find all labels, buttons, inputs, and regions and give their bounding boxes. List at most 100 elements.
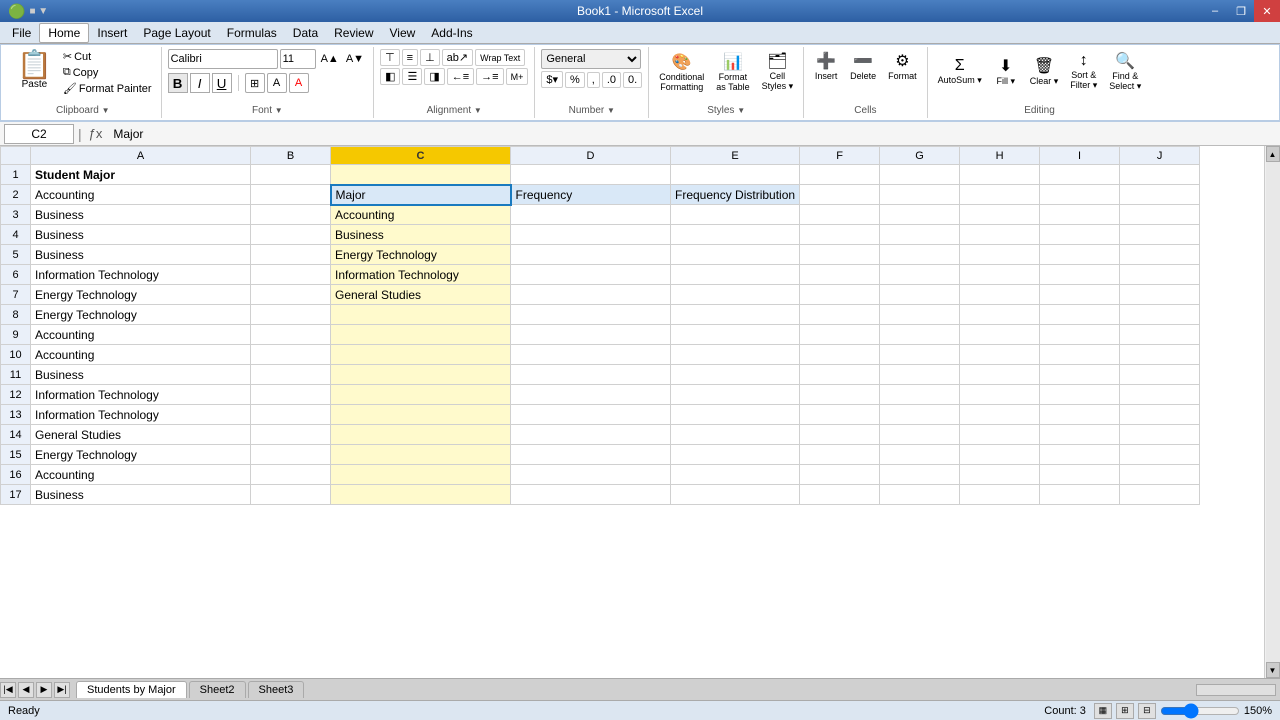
cell-G4[interactable]: [880, 225, 960, 245]
cell-B12[interactable]: [251, 385, 331, 405]
cell-J8[interactable]: [1120, 305, 1200, 325]
cell-A11[interactable]: Business: [31, 365, 251, 385]
cell-D7[interactable]: [511, 285, 671, 305]
cell-B7[interactable]: [251, 285, 331, 305]
cell-H6[interactable]: [960, 265, 1040, 285]
cell-C1[interactable]: [331, 165, 511, 185]
menu-addins[interactable]: Add-Ins: [423, 24, 480, 42]
cell-J5[interactable]: [1120, 245, 1200, 265]
increase-indent-button[interactable]: →≡: [476, 68, 503, 85]
cell-I17[interactable]: [1040, 485, 1120, 505]
cell-C5[interactable]: Energy Technology: [331, 245, 511, 265]
format-as-table-button[interactable]: 📊 Formatas Table: [712, 50, 753, 94]
cell-A9[interactable]: Accounting: [31, 325, 251, 345]
cell-C3[interactable]: Accounting: [331, 205, 511, 225]
align-middle-button[interactable]: ≡: [402, 49, 418, 66]
cut-button[interactable]: ✂ Cut: [60, 49, 155, 64]
cell-D5[interactable]: [511, 245, 671, 265]
cell-E12[interactable]: [671, 385, 800, 405]
cell-H1[interactable]: [960, 165, 1040, 185]
row-header-5[interactable]: 5: [1, 245, 31, 265]
cell-D16[interactable]: [511, 465, 671, 485]
col-header-f[interactable]: F: [800, 147, 880, 165]
cell-I2[interactable]: [1040, 185, 1120, 205]
align-right-button[interactable]: ◨: [424, 68, 444, 85]
cell-F5[interactable]: [800, 245, 880, 265]
cell-E7[interactable]: [671, 285, 800, 305]
merge-center-button[interactable]: M+: [506, 68, 529, 85]
cell-I4[interactable]: [1040, 225, 1120, 245]
cell-H2[interactable]: [960, 185, 1040, 205]
cell-C13[interactable]: [331, 405, 511, 425]
cell-H5[interactable]: [960, 245, 1040, 265]
cell-D17[interactable]: [511, 485, 671, 505]
row-header-7[interactable]: 7: [1, 285, 31, 305]
cell-C12[interactable]: [331, 385, 511, 405]
cell-J1[interactable]: [1120, 165, 1200, 185]
cell-J7[interactable]: [1120, 285, 1200, 305]
cell-F4[interactable]: [800, 225, 880, 245]
cell-H3[interactable]: [960, 205, 1040, 225]
cell-B4[interactable]: [251, 225, 331, 245]
cell-J15[interactable]: [1120, 445, 1200, 465]
italic-button[interactable]: I: [190, 73, 210, 93]
cell-F16[interactable]: [800, 465, 880, 485]
col-header-c[interactable]: C: [331, 147, 511, 165]
cell-G14[interactable]: [880, 425, 960, 445]
page-break-view-button[interactable]: ⊟: [1138, 703, 1156, 719]
row-header-1[interactable]: 1: [1, 165, 31, 185]
menu-review[interactable]: Review: [326, 24, 381, 42]
menu-file[interactable]: File: [4, 24, 39, 42]
cell-D6[interactable]: [511, 265, 671, 285]
cell-C11[interactable]: [331, 365, 511, 385]
conditional-formatting-button[interactable]: 🎨 ConditionalFormatting: [655, 50, 708, 94]
prev-sheet-button[interactable]: ◀: [18, 682, 34, 698]
cell-I8[interactable]: [1040, 305, 1120, 325]
cell-A14[interactable]: General Studies: [31, 425, 251, 445]
col-header-j[interactable]: J: [1120, 147, 1200, 165]
cell-H15[interactable]: [960, 445, 1040, 465]
cell-A12[interactable]: Information Technology: [31, 385, 251, 405]
restore-button[interactable]: ❐: [1228, 0, 1254, 22]
cell-E3[interactable]: [671, 205, 800, 225]
cell-G10[interactable]: [880, 345, 960, 365]
cell-I9[interactable]: [1040, 325, 1120, 345]
cell-H10[interactable]: [960, 345, 1040, 365]
delete-button[interactable]: ➖ Delete: [846, 49, 880, 83]
fill-button[interactable]: ⬇ Fill ▾: [990, 54, 1022, 89]
cell-J6[interactable]: [1120, 265, 1200, 285]
format-button[interactable]: ⚙ Format: [884, 49, 921, 83]
col-header-i[interactable]: I: [1040, 147, 1120, 165]
col-header-a[interactable]: A: [31, 147, 251, 165]
cell-H13[interactable]: [960, 405, 1040, 425]
cell-C9[interactable]: [331, 325, 511, 345]
sort-filter-button[interactable]: ↕ Sort &Filter ▾: [1066, 50, 1101, 93]
cell-I3[interactable]: [1040, 205, 1120, 225]
decrease-decimal-button[interactable]: 0.: [623, 72, 642, 88]
cell-D1[interactable]: [511, 165, 671, 185]
formula-input[interactable]: [109, 124, 1276, 144]
cell-B11[interactable]: [251, 365, 331, 385]
row-header-9[interactable]: 9: [1, 325, 31, 345]
cell-B14[interactable]: [251, 425, 331, 445]
next-sheet-button[interactable]: ▶: [36, 682, 52, 698]
window-controls[interactable]: – ❐ ✕: [1202, 0, 1280, 22]
comma-button[interactable]: ,: [587, 72, 600, 88]
cell-styles-button[interactable]: 🗂 CellStyles ▾: [758, 49, 798, 94]
horizontal-scrollbar[interactable]: [1196, 684, 1276, 696]
page-layout-view-button[interactable]: ⊞: [1116, 703, 1134, 719]
cell-C14[interactable]: [331, 425, 511, 445]
cell-E9[interactable]: [671, 325, 800, 345]
cell-I13[interactable]: [1040, 405, 1120, 425]
cell-E11[interactable]: [671, 365, 800, 385]
menu-page-layout[interactable]: Page Layout: [135, 24, 218, 42]
cell-G13[interactable]: [880, 405, 960, 425]
cell-D11[interactable]: [511, 365, 671, 385]
cell-G2[interactable]: [880, 185, 960, 205]
cell-A7[interactable]: Energy Technology: [31, 285, 251, 305]
cell-B6[interactable]: [251, 265, 331, 285]
cell-G16[interactable]: [880, 465, 960, 485]
cell-G6[interactable]: [880, 265, 960, 285]
cell-E8[interactable]: [671, 305, 800, 325]
wrap-text-button[interactable]: Wrap Text: [475, 49, 525, 66]
